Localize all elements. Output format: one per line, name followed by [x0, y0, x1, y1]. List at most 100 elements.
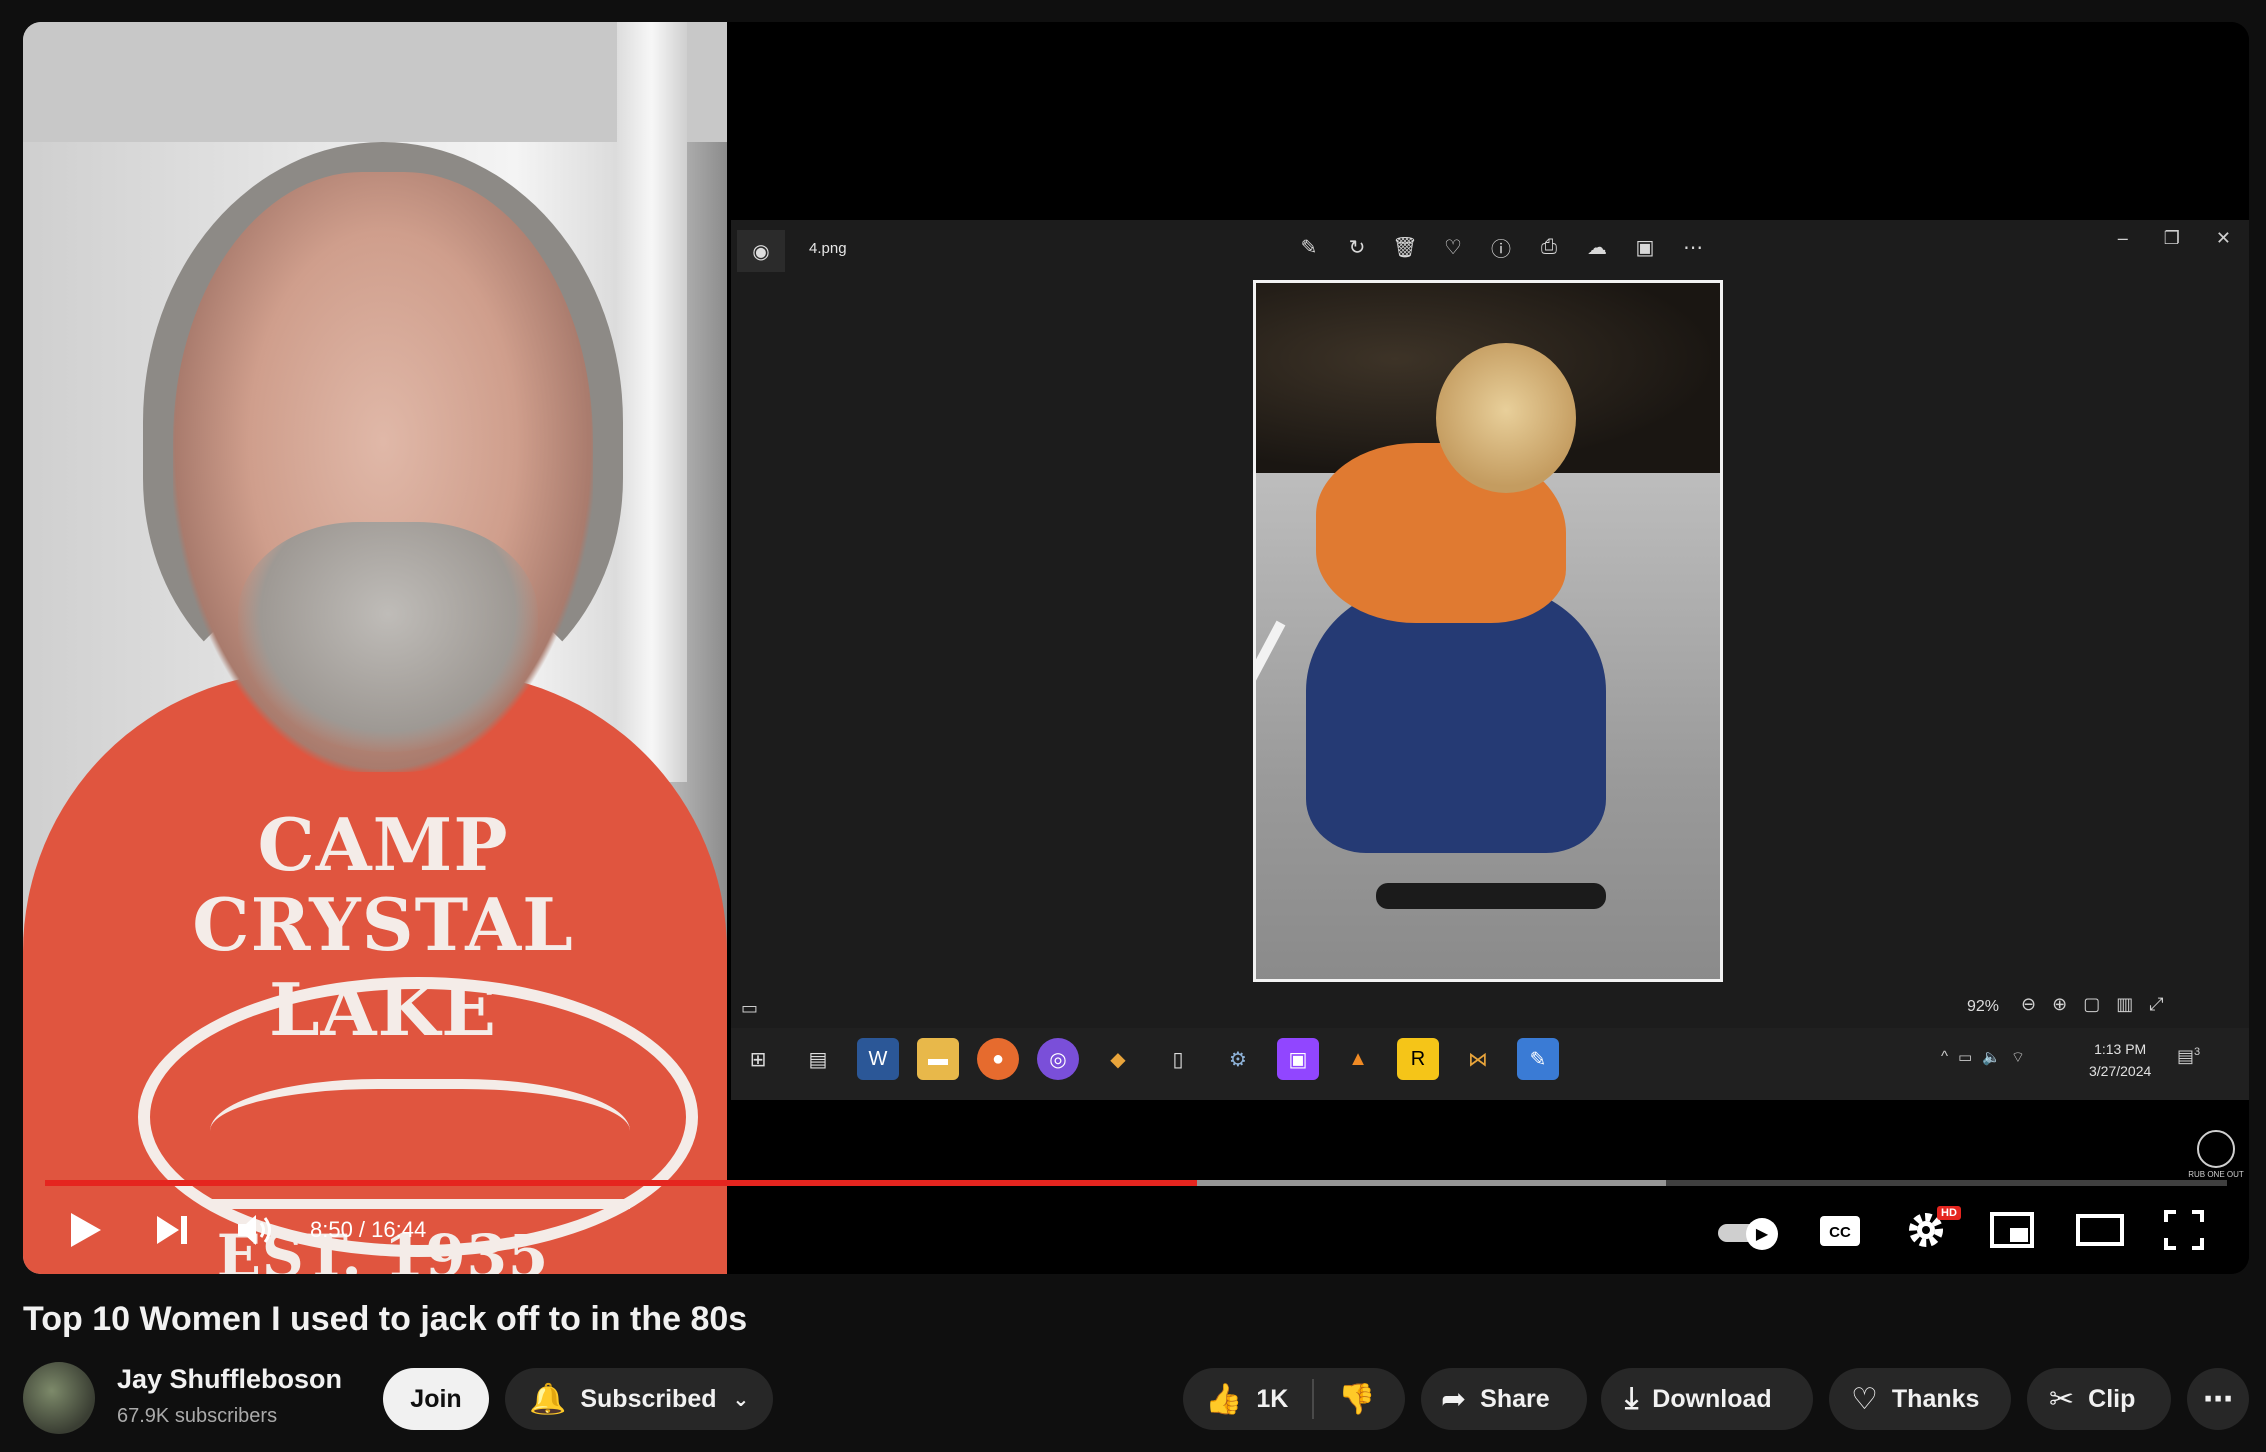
- play-button[interactable]: [62, 1206, 110, 1254]
- actual-size-icon: ▥: [2116, 994, 2134, 1014]
- wifi-icon: ⌔: [2010, 1049, 2026, 1066]
- subscriber-count: 67.9K subscribers: [117, 1405, 278, 1427]
- next-icon: [157, 1216, 187, 1244]
- onedrive-icon: ☁: [1587, 236, 1607, 259]
- zoom-in-icon: ⊕: [2052, 994, 2068, 1014]
- subscribed-button[interactable]: 🔔 Subscribed ⌄: [505, 1368, 773, 1430]
- volume-tray-icon: 🔈: [1982, 1049, 2001, 1066]
- photos-app-icon: ◉: [737, 230, 785, 272]
- tray-chevron-icon: ^: [1941, 1048, 1949, 1065]
- notification-icon: ▤3: [2177, 1046, 2201, 1066]
- play-icon: [71, 1213, 101, 1247]
- svg-text:CC: CC: [1829, 1224, 1851, 1241]
- share-label: Share: [1480, 1384, 1550, 1413]
- scissors-icon: ✂: [2049, 1382, 2075, 1416]
- miniplayer-button[interactable]: [1988, 1206, 2036, 1254]
- like-divider: [1312, 1379, 1315, 1419]
- bell-icon: 🔔: [529, 1382, 567, 1416]
- vlc-icon: ▲: [1348, 1047, 1368, 1070]
- steam-icon: ⚙: [1229, 1048, 1247, 1071]
- firefox-icon: ●: [977, 1038, 1019, 1080]
- share-button[interactable]: ➦ Share: [1421, 1368, 1587, 1430]
- taskbar-clock: 1:13 PM 3/27/2024: [2089, 1041, 2152, 1079]
- like-count[interactable]: 1K: [1256, 1385, 1288, 1414]
- photos-app-window: ◉ 4.png ✎ ↻ 🗑 ♡ ⓘ ⎙ ☁ ▣ ⋯ – ❐ ✕ ▭ 92% ⊖ …: [731, 220, 2249, 1050]
- fit-icon: ▢: [2083, 994, 2101, 1014]
- delete-icon: 🗑: [1392, 236, 1418, 259]
- webcam-feed: CAMP CRYSTAL LAKE EST. 1935: [23, 22, 727, 1274]
- start-icon: ⊞: [749, 1048, 767, 1071]
- filmstrip-icon: ▭: [741, 998, 759, 1018]
- rotate-icon: ↻: [1348, 236, 1366, 259]
- thanks-label: Thanks: [1891, 1384, 1980, 1413]
- fullscreen-icon: [2164, 1210, 2204, 1250]
- app-icon: ◆: [1110, 1048, 1126, 1071]
- battery-icon: ▭: [1958, 1049, 1973, 1066]
- download-icon: ⤓: [1625, 1382, 1639, 1415]
- close-icon: ✕: [2215, 228, 2231, 248]
- share-icon: ➦: [1441, 1382, 1467, 1416]
- video-player[interactable]: CAMP CRYSTAL LAKE EST. 1935 ◉ 4.png ✎ ↻ …: [23, 22, 2249, 1274]
- hd-badge: HD: [1937, 1206, 1961, 1220]
- zoom-out-icon: ⊖: [2021, 994, 2037, 1014]
- clip-label: Clip: [2088, 1384, 2136, 1413]
- print-icon: ⎙: [1541, 235, 1557, 258]
- photos-icon: ✎: [1517, 1038, 1559, 1080]
- volume-icon: [238, 1215, 271, 1245]
- like-icon[interactable]: 👍: [1205, 1382, 1242, 1417]
- chevron-down-icon: ⌄: [732, 1388, 750, 1411]
- progress-played: [45, 1180, 1198, 1186]
- file-explorer-icon: ▬: [917, 1038, 959, 1080]
- clip-button[interactable]: ✂ Clip: [2027, 1368, 2171, 1430]
- join-button[interactable]: Join: [383, 1368, 489, 1430]
- channel-name[interactable]: Jay Shuffleboson: [117, 1364, 342, 1395]
- photos-titlebar: ◉ 4.png ✎ ↻ 🗑 ♡ ⓘ ⎙ ☁ ▣ ⋯ – ❐ ✕: [731, 220, 2249, 280]
- favorite-icon: ♡: [1444, 236, 1462, 259]
- browser-icon: ◎: [1037, 1038, 1079, 1080]
- shirt-emblem: [138, 977, 698, 1257]
- like-dislike-group: 👍 1K 👎: [1183, 1368, 1405, 1430]
- fullscreen-button[interactable]: [2160, 1206, 2208, 1254]
- more-icon: ⋯: [1683, 236, 1703, 259]
- channel-avatar[interactable]: [23, 1362, 95, 1434]
- thanks-icon: ♡: [1851, 1382, 1878, 1416]
- time-display: 8:50 / 16:44: [310, 1217, 427, 1242]
- subscribed-label: Subscribed: [580, 1384, 717, 1413]
- minimize-icon: –: [2117, 228, 2128, 248]
- info-icon: ⓘ: [1491, 238, 1511, 261]
- cc-icon: CC: [1820, 1216, 1860, 1246]
- autoplay-play-icon: ▶: [1746, 1218, 1778, 1250]
- subtitles-button[interactable]: CC: [1816, 1210, 1864, 1252]
- media-icon: ⋈: [1468, 1048, 1488, 1071]
- edit-icon: ✎: [1300, 236, 1318, 259]
- theater-icon: [2076, 1214, 2124, 1246]
- fullscreen-photo-icon: ⤢: [2149, 994, 2164, 1014]
- more-horizontal-icon: ⋯: [2203, 1382, 2233, 1416]
- thanks-button[interactable]: ♡ Thanks: [1829, 1368, 2011, 1430]
- dislike-icon[interactable]: 👎: [1338, 1382, 1375, 1417]
- autoplay-toggle[interactable]: ▶: [1718, 1218, 1778, 1250]
- displayed-photo: [1253, 280, 1723, 982]
- task-view-icon: ▤: [808, 1048, 828, 1071]
- progress-bar[interactable]: [45, 1180, 2227, 1186]
- clipchamp-icon: ▣: [1635, 236, 1655, 259]
- shirt-text-line1: CAMP: [257, 802, 509, 887]
- channel-watermark: RUB ONE OUT: [2187, 1130, 2245, 1180]
- file-name: 4.png: [809, 240, 847, 257]
- download-label: Download: [1652, 1384, 1772, 1413]
- windows-taskbar: ⊞ ▤ W ▬ ● ◎ ◆ ▯ ⚙ ▣ ▲ R ⋈ ✎ ^ ▭ 🔈 ⌔ 1:13…: [731, 1028, 2249, 1100]
- restore-icon: ❐: [2163, 228, 2180, 248]
- next-button[interactable]: [148, 1206, 196, 1254]
- mute-button[interactable]: [232, 1206, 280, 1254]
- screen-capture: ◉ 4.png ✎ ↻ 🗑 ♡ ⓘ ⎙ ☁ ▣ ⋯ – ❐ ✕ ▭ 92% ⊖ …: [727, 22, 2249, 1274]
- more-actions-button[interactable]: ⋯: [2187, 1368, 2249, 1430]
- word-icon: W: [857, 1038, 899, 1080]
- theater-mode-button[interactable]: [2074, 1206, 2126, 1254]
- miniplayer-icon: [1990, 1212, 2034, 1248]
- zoom-level: 92%: [1967, 998, 2000, 1015]
- download-button[interactable]: ⤓ Download: [1601, 1368, 1813, 1430]
- rockstar-icon: R: [1397, 1038, 1439, 1080]
- video-title: Top 10 Women I used to jack off to in th…: [23, 1300, 748, 1338]
- twitch-icon: ▣: [1277, 1038, 1319, 1080]
- document-icon: ▯: [1172, 1048, 1184, 1071]
